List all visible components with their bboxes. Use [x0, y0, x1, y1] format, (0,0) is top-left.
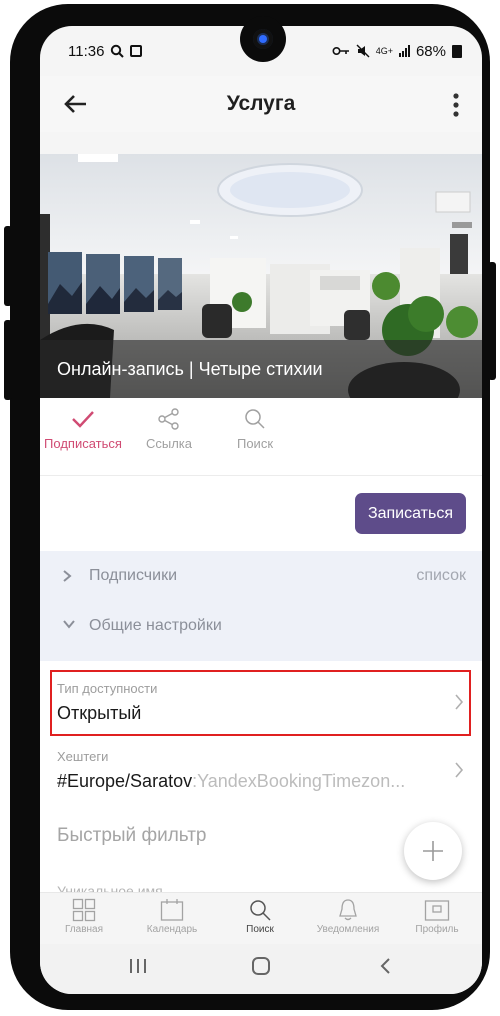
- cta-row: Записаться: [40, 476, 482, 551]
- recent-apps-icon[interactable]: [128, 956, 148, 976]
- nav-notifications-label: Уведомления: [316, 924, 380, 935]
- front-camera: [240, 16, 286, 62]
- availability-value: Открытый: [57, 703, 142, 723]
- nav-home[interactable]: Главная: [40, 898, 129, 935]
- page-title: Услуга: [226, 92, 296, 115]
- battery-percent: 68%: [415, 42, 446, 60]
- chevron-down-icon: [63, 620, 75, 629]
- subscribe-label: Подписаться: [44, 436, 122, 451]
- chevron-right-icon: [63, 570, 72, 582]
- chevron-right-icon: [455, 694, 464, 710]
- back-icon[interactable]: [376, 956, 396, 976]
- phone-frame: 11:36 4G+ 68% Услуга Онлайн-запись | Чет…: [4, 4, 496, 1010]
- hashtags-main: #Europe/Saratov: [57, 771, 193, 791]
- search-label: Поиск: [236, 436, 274, 451]
- subscribers-row[interactable]: Подписчики список: [40, 551, 482, 601]
- book-button[interactable]: Записаться: [354, 493, 466, 534]
- subscribers-list-link[interactable]: список: [416, 567, 466, 585]
- spacer: [40, 132, 482, 154]
- link-action[interactable]: Ссылка: [124, 408, 214, 451]
- hashtags-rest: :YandexBookingTimezon...: [192, 771, 406, 791]
- general-settings-row[interactable]: Общие настройки: [40, 601, 482, 651]
- share-icon: [158, 408, 179, 430]
- power-button: [488, 262, 496, 380]
- app-bar: Услуга: [40, 76, 482, 132]
- bell-icon: [339, 899, 357, 921]
- plus-icon: [423, 841, 443, 861]
- key-icon: [332, 46, 349, 56]
- hashtags-field[interactable]: Хештеги #Europe/Saratov:YandexBookingTim…: [40, 743, 482, 809]
- signal-icon: [398, 45, 410, 57]
- availability-field[interactable]: Тип доступности Открытый: [40, 661, 482, 743]
- action-row: Подписаться Ссылка Поиск: [40, 398, 482, 476]
- search-icon: [245, 409, 265, 429]
- search-action[interactable]: Поиск: [210, 408, 300, 451]
- home-grid-icon: [72, 898, 96, 922]
- nav-notifications[interactable]: Уведомления: [303, 898, 393, 935]
- hashtags-label: Хештеги: [57, 749, 109, 764]
- battery-icon: [452, 44, 462, 58]
- nav-calendar[interactable]: Календарь: [127, 898, 217, 935]
- search-status-icon: [111, 44, 125, 58]
- screen: 11:36 4G+ 68% Услуга Онлайн-запись | Чет…: [40, 26, 482, 994]
- more-vert-icon[interactable]: [452, 92, 460, 118]
- quick-filter-label: Быстрый фильтр: [57, 825, 207, 846]
- hero-image[interactable]: Онлайн-запись | Четыре стихии: [40, 154, 482, 398]
- network-type: 4G+: [375, 45, 393, 56]
- nav-search[interactable]: Поиск: [215, 898, 305, 935]
- settings-sections: Подписчики список Общие настройки: [40, 551, 482, 661]
- profile-icon: [424, 900, 450, 921]
- add-fab-button[interactable]: [404, 822, 462, 880]
- subscribers-label: Подписчики: [89, 567, 178, 584]
- check-icon: [72, 411, 94, 428]
- availability-label: Тип доступности: [57, 681, 158, 696]
- subscribe-action[interactable]: Подписаться: [40, 408, 128, 451]
- hashtags-value: #Europe/Saratov:YandexBookingTimezon...: [57, 771, 405, 792]
- calendar-icon: [160, 899, 184, 921]
- nav-profile-label: Профиль: [415, 924, 459, 935]
- volume-button-lower: [4, 320, 12, 400]
- search-icon: [250, 900, 271, 921]
- nav-home-label: Главная: [64, 924, 104, 935]
- link-label: Ссылка: [145, 436, 193, 451]
- nav-profile[interactable]: Профиль: [392, 898, 482, 935]
- general-settings-label: Общие настройки: [89, 617, 222, 634]
- nav-calendar-label: Календарь: [146, 924, 198, 935]
- volume-button: [4, 226, 12, 306]
- status-time: 11:36: [68, 42, 105, 60]
- home-icon[interactable]: [251, 956, 271, 976]
- bottom-navigation: Главная Календарь Поиск Уведомления Проф…: [40, 892, 482, 944]
- hero-caption: Онлайн-запись | Четыре стихии: [40, 340, 482, 398]
- nav-search-label: Поиск: [246, 924, 274, 935]
- back-arrow-icon[interactable]: [62, 90, 90, 118]
- notification-icon: [130, 45, 143, 57]
- system-navigation-bar: [40, 944, 482, 994]
- mute-icon: [356, 44, 370, 58]
- chevron-right-icon: [455, 762, 464, 778]
